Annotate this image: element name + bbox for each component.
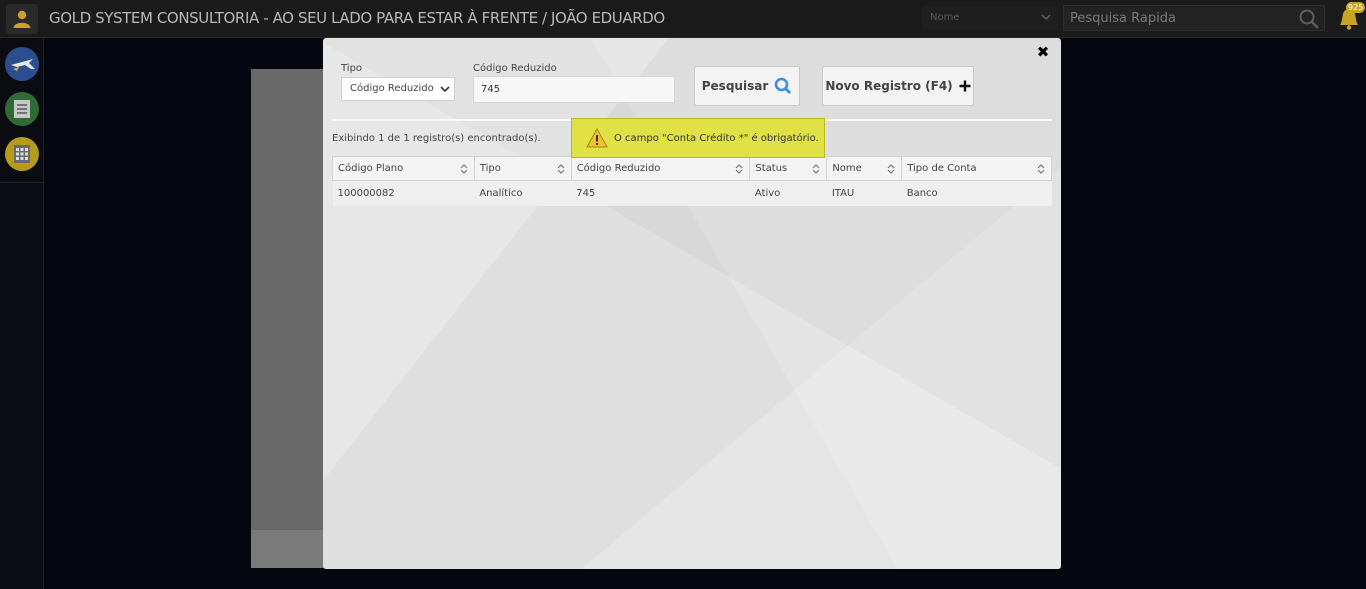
sort-icon <box>812 164 820 174</box>
table-row[interactable]: 100000082 Analítico 745 Ativo ITAU Banco <box>332 180 1052 206</box>
sidebar-item-calculator[interactable] <box>5 137 39 171</box>
app-title: GOLD SYSTEM CONSULTORIA - AO SEU LADO PA… <box>49 9 665 27</box>
table-cell: Ativo <box>749 180 827 206</box>
plus-icon <box>959 80 971 92</box>
background-panel <box>251 69 325 568</box>
quick-search-input[interactable] <box>1064 6 1294 30</box>
search-button-label: Pesquisar <box>701 79 769 93</box>
search-field-select[interactable]: Nome <box>922 6 1058 30</box>
sort-icon <box>557 164 565 174</box>
warning-icon <box>586 128 608 148</box>
close-icon[interactable]: ✖ <box>1035 44 1051 60</box>
sidebar-divider <box>0 182 44 183</box>
search-button[interactable]: Pesquisar <box>694 66 800 106</box>
tipo-label: Tipo <box>341 63 363 74</box>
column-header-status[interactable]: Status <box>749 156 828 181</box>
top-bar: GOLD SYSTEM CONSULTORIA - AO SEU LADO PA… <box>0 0 1366 38</box>
calculator-icon <box>14 145 30 163</box>
search-modal: ✖ Tipo Código Reduzido Código Reduzido P… <box>323 38 1061 569</box>
search-icon <box>774 77 792 95</box>
column-header-tipo[interactable]: Tipo <box>473 156 572 181</box>
new-record-button[interactable]: Novo Registro (F4) <box>822 66 974 106</box>
background-panel-footer <box>251 530 325 568</box>
column-header-codigo-plano[interactable]: Código Plano <box>332 156 475 181</box>
sidebar-item-flights[interactable] <box>5 47 39 81</box>
codigo-reduzido-input[interactable] <box>473 76 675 103</box>
ledger-icon <box>14 100 30 118</box>
table-cell: 745 <box>571 180 750 206</box>
codigo-reduzido-label: Código Reduzido <box>473 63 557 74</box>
table-cell: Banco <box>901 180 1052 206</box>
new-record-button-label: Novo Registro (F4) <box>825 79 953 93</box>
table-cell: 100000082 <box>332 180 475 206</box>
chevron-down-icon <box>1041 14 1051 21</box>
tipo-select[interactable]: Código Reduzido <box>341 77 455 101</box>
quick-search <box>1063 5 1325 31</box>
search-icon[interactable] <box>1298 8 1320 30</box>
column-header-nome[interactable]: Nome <box>826 156 903 181</box>
result-count: Exibindo 1 de 1 registro(s) encontrado(s… <box>332 133 541 144</box>
sidebar <box>0 38 44 589</box>
tipo-select-value: Código Reduzido <box>350 83 434 94</box>
validation-alert-message: O campo "Conta Crédito *" é obrigatório. <box>614 132 819 144</box>
column-header-tipo-de-conta[interactable]: Tipo de Conta <box>901 156 1052 181</box>
sort-icon <box>1037 164 1045 174</box>
table-cell: Analítico <box>474 180 572 206</box>
validation-alert: O campo "Conta Crédito *" é obrigatório. <box>571 118 825 158</box>
table-cell: ITAU <box>826 180 902 206</box>
sort-icon <box>460 164 468 174</box>
search-field-select-value: Nome <box>930 12 960 23</box>
sort-icon <box>735 164 743 174</box>
accounts-table: Código Plano Tipo Código Reduzido Status… <box>332 156 1052 206</box>
column-header-codigo-reduzido[interactable]: Código Reduzido <box>570 156 751 181</box>
sidebar-item-ledger[interactable] <box>5 92 39 126</box>
user-icon[interactable] <box>6 4 38 34</box>
sort-icon <box>887 164 895 174</box>
chevron-down-icon <box>440 86 450 93</box>
notification-badge: 925 <box>1346 2 1366 13</box>
plane-icon <box>11 59 35 71</box>
